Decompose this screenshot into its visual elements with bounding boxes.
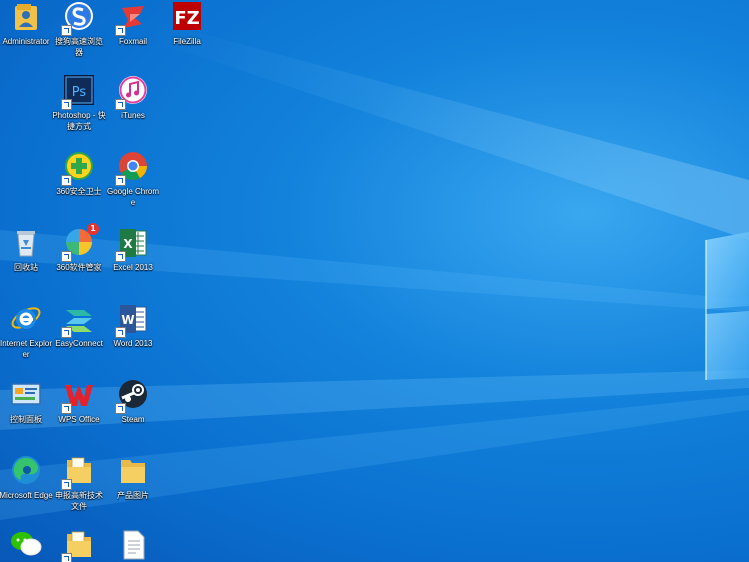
desktop-icon-360-software-manager[interactable]: 1 360软件管家 (52, 223, 106, 273)
desktop-icon-wps-office[interactable]: WPS Office (52, 378, 106, 425)
svg-text:W: W (121, 313, 134, 327)
desktop-icon-high-tech-folder[interactable]: 申报高新技术文件 (52, 454, 106, 512)
internet-explorer-icon (11, 307, 41, 329)
shortcut-arrow-icon (61, 553, 72, 562)
notification-badge: 1 (87, 223, 99, 235)
icon-label: Foxmail (118, 37, 147, 46)
document-icon (123, 530, 145, 560)
desktop-icon-chrome[interactable]: Google Chrome (106, 150, 160, 208)
desktop-icon-wechat[interactable] (0, 528, 53, 562)
desktop-icon-recycle-bin[interactable]: 回收站 (0, 226, 53, 273)
desktop-icon-word[interactable]: W Word 2013 (106, 302, 160, 349)
icon-label: 申报高新技术文件 (55, 491, 103, 511)
icon-label: Excel 2013 (113, 263, 153, 272)
control-panel-icon (11, 383, 41, 405)
shortcut-arrow-icon (115, 251, 126, 262)
icon-label: Photoshop - 快捷方式 (52, 111, 106, 131)
wechat-icon (11, 532, 42, 556)
icon-label: Internet Explorer (0, 339, 53, 359)
shortcut-arrow-icon (61, 479, 72, 490)
icon-label: 控制面板 (10, 415, 42, 424)
icon-label: 产品图片 (117, 491, 149, 500)
icon-label: Google Chrome (106, 187, 160, 207)
icon-label: 回收站 (14, 263, 38, 272)
shortcut-arrow-icon (115, 175, 126, 186)
icon-label: WPS Office (58, 415, 100, 424)
desktop-icon-photoshop[interactable]: Ps Photoshop - 快捷方式 (52, 74, 106, 132)
edge-icon (12, 456, 40, 484)
shortcut-arrow-icon (115, 25, 126, 36)
desktop-icon-filezilla[interactable]: FZ FileZilla (160, 0, 214, 47)
shortcut-arrow-icon (61, 99, 72, 110)
recycle-bin-icon (17, 231, 35, 257)
desktop[interactable]: Administrator 搜狗高速浏览器 Foxmail FZ FileZil… (0, 0, 749, 562)
shortcut-arrow-icon (61, 25, 72, 36)
svg-text:X: X (123, 237, 133, 251)
shortcut-arrow-icon (115, 403, 126, 414)
icon-label: Steam (121, 415, 145, 424)
desktop-icon-edge[interactable]: Microsoft Edge (0, 454, 53, 501)
desktop-icon-foxmail[interactable]: Foxmail (106, 0, 160, 47)
icon-label: FileZilla (173, 37, 201, 46)
shortcut-arrow-icon (115, 99, 126, 110)
desktop-icon-document[interactable] (106, 528, 160, 562)
desktop-icon-control-panel[interactable]: 控制面板 (0, 378, 53, 425)
filezilla-icon: FZ (173, 2, 201, 30)
shortcut-arrow-icon (61, 327, 72, 338)
desktop-icon-administrator[interactable]: Administrator (0, 0, 53, 47)
folder-icon (121, 460, 145, 483)
icon-label: iTunes (121, 111, 145, 120)
svg-text:Ps: Ps (72, 85, 87, 100)
desktop-icon-easyconnect[interactable]: EasyConnect (52, 302, 106, 349)
icon-label: Microsoft Edge (0, 491, 53, 500)
shortcut-arrow-icon (61, 175, 72, 186)
icon-label: EasyConnect (55, 339, 103, 348)
icon-label: 搜狗高速浏览器 (55, 37, 103, 57)
shortcut-arrow-icon (61, 251, 72, 262)
icon-label: 360软件管家 (56, 263, 102, 272)
desktop-icon-itunes[interactable]: iTunes (106, 74, 160, 121)
svg-text:FZ: FZ (174, 8, 199, 29)
shortcut-arrow-icon (61, 403, 72, 414)
desktop-icon-steam[interactable]: Steam (106, 378, 160, 425)
desktop-icon-product-images-folder[interactable]: 产品图片 (106, 454, 160, 501)
icon-label: Administrator (2, 37, 50, 46)
desktop-icon-sogou-browser[interactable]: 搜狗高速浏览器 (52, 0, 106, 58)
desktop-icon-360-security[interactable]: 360安全卫士 (52, 150, 106, 197)
user-folder-icon (15, 4, 37, 30)
desktop-icon-internet-explorer[interactable]: Internet Explorer (0, 302, 53, 360)
icon-label: Word 2013 (113, 339, 153, 348)
desktop-icon-folder[interactable] (52, 528, 106, 562)
desktop-icon-excel[interactable]: X Excel 2013 (106, 226, 160, 273)
icon-label: 360安全卫士 (56, 187, 102, 196)
shortcut-arrow-icon (115, 327, 126, 338)
